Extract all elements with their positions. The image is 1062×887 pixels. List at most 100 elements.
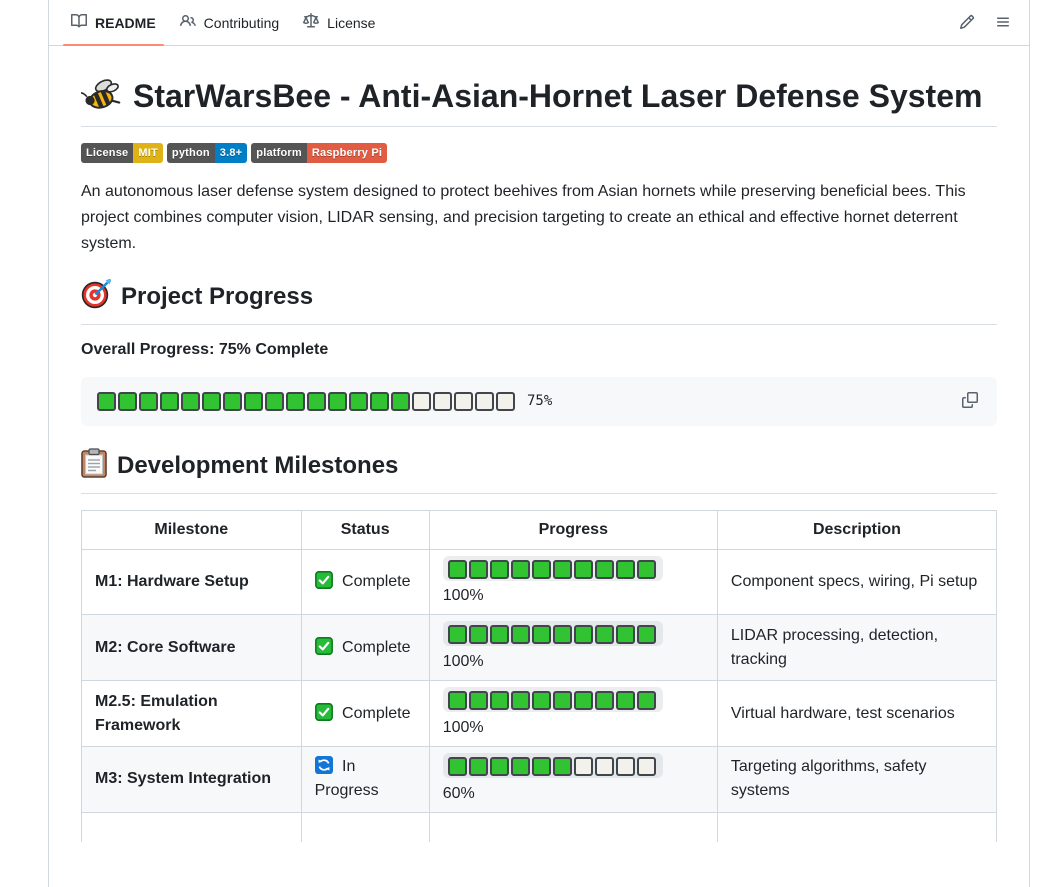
green-square-icon xyxy=(511,560,530,579)
progress-squares xyxy=(443,621,663,646)
page-title-text: StarWarsBee - Anti-Asian-Hornet Laser De… xyxy=(133,78,982,114)
green-square-icon xyxy=(160,392,179,411)
milestone-cell: M1: Hardware Setup xyxy=(82,549,302,615)
white-square-icon xyxy=(496,392,515,411)
status-label: Complete xyxy=(342,639,410,656)
green-square-icon xyxy=(532,560,551,579)
green-square-icon xyxy=(370,392,389,411)
green-square-icon xyxy=(118,392,137,411)
overall-progress-label: Overall Progress: 75% Complete xyxy=(81,341,997,359)
tab-readme-label: README xyxy=(95,15,156,31)
green-square-icon xyxy=(616,691,635,710)
green-square-icon xyxy=(448,757,467,776)
milestone-cell: M2: Core Software xyxy=(82,615,302,681)
table-row: M1: Hardware Setup Complete xyxy=(82,549,997,615)
license-badge: LicenseMIT xyxy=(81,143,163,163)
green-square-icon xyxy=(448,560,467,579)
pencil-icon xyxy=(959,14,975,33)
readme-content: StarWarsBee - Anti-Asian-Hornet Laser De… xyxy=(49,46,1029,842)
green-square-icon xyxy=(574,560,593,579)
progress-bar-squares xyxy=(97,392,517,411)
milestone-cell: M2.5: Emulation Framework xyxy=(82,681,302,747)
status-cell: Complete xyxy=(301,681,429,747)
progress-percent: 100% xyxy=(443,716,704,740)
description-cell: Component specs, wiring, Pi setup xyxy=(717,549,996,615)
green-square-icon xyxy=(553,757,572,776)
column-header: Progress xyxy=(429,510,717,549)
target-icon xyxy=(81,279,111,316)
green-square-icon xyxy=(511,757,530,776)
tab-readme[interactable]: README xyxy=(63,0,164,45)
green-square-icon xyxy=(595,625,614,644)
green-square-icon xyxy=(595,560,614,579)
milestones-heading-text: Development Milestones xyxy=(117,452,398,480)
green-square-icon xyxy=(511,691,530,710)
milestones-heading: Development Milestones xyxy=(81,448,997,494)
green-square-icon xyxy=(97,392,116,411)
list-icon xyxy=(995,14,1011,33)
column-header: Description xyxy=(717,510,996,549)
tab-contributing[interactable]: Contributing xyxy=(172,0,288,45)
green-square-icon xyxy=(286,392,305,411)
outline-button[interactable] xyxy=(987,7,1019,39)
column-header: Milestone xyxy=(82,510,302,549)
status-cell: Complete xyxy=(301,549,429,615)
green-square-icon xyxy=(511,625,530,644)
green-square-icon xyxy=(469,625,488,644)
description-cell: Targeting algorithms, safety systems xyxy=(717,746,996,812)
white-square-icon xyxy=(637,757,656,776)
green-square-icon xyxy=(223,392,242,411)
copy-button[interactable] xyxy=(955,386,985,416)
milestones-table: MilestoneStatusProgressDescription M1: H… xyxy=(81,510,997,842)
green-square-icon xyxy=(469,560,488,579)
description-cell: Virtual hardware, test scenarios xyxy=(717,681,996,747)
green-square-icon xyxy=(448,691,467,710)
tab-license-label: License xyxy=(327,15,375,31)
project-description: An autonomous laser defense system desig… xyxy=(81,179,997,257)
progress-squares xyxy=(443,687,663,712)
file-view-panel: README Contributing License xyxy=(48,0,1030,887)
people-icon xyxy=(180,13,196,32)
green-square-icon xyxy=(574,691,593,710)
tab-license[interactable]: License xyxy=(295,0,383,45)
white-square-icon xyxy=(595,757,614,776)
description-cell: LIDAR processing, detection, tracking xyxy=(717,615,996,681)
table-row: M3: System Integration In Progress xyxy=(82,746,997,812)
milestone-cell: M3: System Integration xyxy=(82,746,302,812)
green-square-icon xyxy=(574,625,593,644)
green-square-icon xyxy=(265,392,284,411)
progress-cell: 100% xyxy=(429,549,717,615)
green-square-icon xyxy=(202,392,221,411)
progress-bar-percent: 75% xyxy=(527,393,552,409)
progress-codeblock: 75% xyxy=(81,377,997,426)
progress-cell: 100% xyxy=(429,681,717,747)
badge-value: 3.8+ xyxy=(215,143,248,163)
white-square-icon xyxy=(616,757,635,776)
green-square-icon xyxy=(469,691,488,710)
python-badge: python3.8+ xyxy=(167,143,247,163)
copy-icon xyxy=(962,396,978,411)
white-square-icon xyxy=(454,392,473,411)
white-square-icon xyxy=(412,392,431,411)
green-square-icon xyxy=(595,691,614,710)
badge-value: MIT xyxy=(133,143,163,163)
table-header-row: MilestoneStatusProgressDescription xyxy=(82,510,997,549)
badge-label: python xyxy=(167,143,215,163)
status-cell: In Progress xyxy=(301,746,429,812)
table-row: M2: Core Software Complete xyxy=(82,615,997,681)
green-square-icon xyxy=(553,691,572,710)
badge-label: platform xyxy=(251,143,307,163)
table-row: M2.5: Emulation Framework Complete xyxy=(82,681,997,747)
progress-squares xyxy=(443,753,663,778)
clipboard-icon xyxy=(81,448,107,485)
green-square-icon xyxy=(637,691,656,710)
progress-cell: 100% xyxy=(429,615,717,681)
green-square-icon xyxy=(490,757,509,776)
green-square-icon xyxy=(532,757,551,776)
badge-label: License xyxy=(81,143,133,163)
edit-button[interactable] xyxy=(951,7,983,39)
status-label: Complete xyxy=(342,573,410,590)
column-header: Status xyxy=(301,510,429,549)
book-icon xyxy=(71,13,87,32)
green-square-icon xyxy=(637,625,656,644)
